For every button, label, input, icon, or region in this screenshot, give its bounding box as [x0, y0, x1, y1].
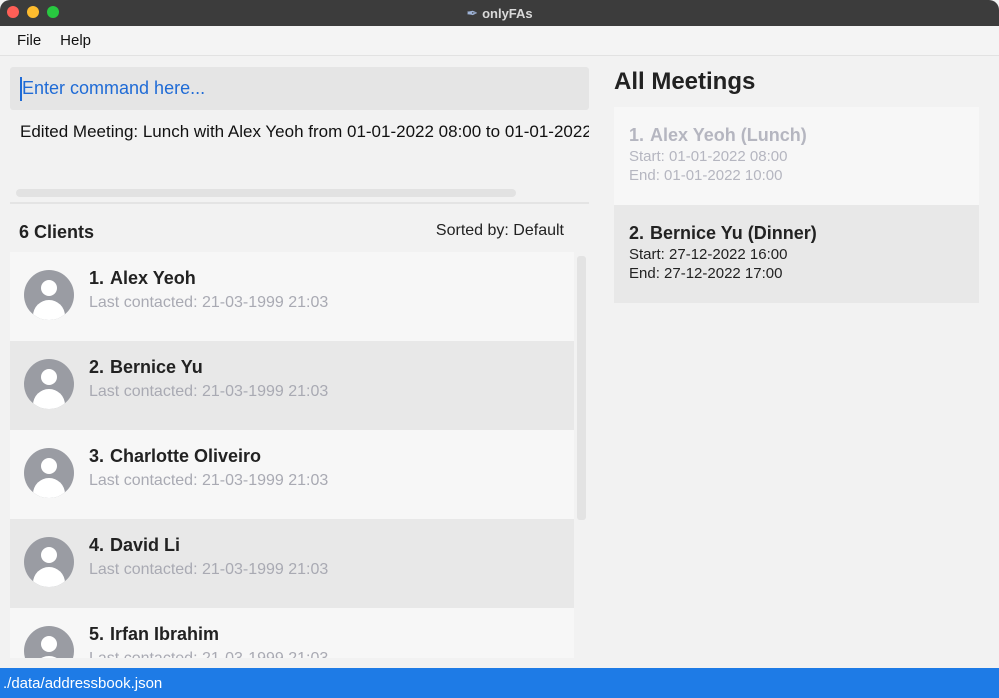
client-last-contacted: Last contacted: 21-03-1999 21:03 — [89, 383, 329, 400]
avatar-icon — [24, 537, 74, 587]
client-card[interactable]: 2. Bernice Yu Last contacted: 21-03-1999 … — [10, 341, 574, 430]
minimize-window-button[interactable] — [27, 6, 39, 18]
app-title: ✒ onlyFAs — [466, 5, 532, 22]
client-name: 5. Irfan Ibrahim — [89, 624, 220, 644]
status-bar: ./data/addressbook.json — [0, 668, 999, 698]
close-window-button[interactable] — [7, 6, 19, 18]
meeting-start: Start: 27-12-2022 16:00 — [629, 246, 788, 263]
meeting-name: 2. Bernice Yu (Dinner) — [629, 223, 817, 243]
window-controls — [7, 6, 59, 18]
save-file-path: ./data/addressbook.json — [3, 674, 163, 692]
feather-logo-icon: ✒ — [466, 4, 479, 21]
avatar-icon — [24, 448, 74, 498]
client-last-contacted: Last contacted: 21-03-1999 21:03 — [89, 294, 329, 311]
menu-bar: File Help — [0, 26, 999, 56]
client-name: 4. David Li — [89, 535, 181, 555]
client-name: 2. Bernice Yu — [89, 357, 203, 377]
client-card[interactable]: 1. Alex Yeoh Last contacted: 21-03-1999 2… — [10, 252, 574, 341]
client-card[interactable]: 3. Charlotte Oliveiro Last contacted: 21-… — [10, 430, 574, 519]
clients-count-heading: 6 Clients — [19, 222, 95, 242]
avatar-icon — [24, 626, 74, 658]
app-title-text: onlyFAs — [482, 5, 533, 21]
command-box — [10, 67, 589, 110]
menu-file[interactable]: File — [17, 32, 41, 49]
avatar-icon — [24, 359, 74, 409]
avatar-icon — [24, 270, 74, 320]
meeting-list: 1. Alex Yeoh (Lunch) Start: 01-01-2022 08… — [614, 107, 979, 303]
meeting-card[interactable]: 2. Bernice Yu (Dinner) Start: 27-12-2022 … — [614, 205, 979, 303]
client-card[interactable]: 4. David Li Last contacted: 21-03-1999 21… — [10, 519, 574, 608]
meetings-heading: All Meetings — [614, 68, 756, 95]
client-list-scrollbar[interactable] — [577, 256, 586, 520]
meeting-start: Start: 01-01-2022 08:00 — [629, 148, 788, 165]
maximize-window-button[interactable] — [47, 6, 59, 18]
client-last-contacted: Last contacted: 21-03-1999 21:03 — [89, 561, 329, 578]
meeting-card[interactable]: 1. Alex Yeoh (Lunch) Start: 01-01-2022 08… — [614, 107, 979, 205]
meeting-end: End: 01-01-2022 10:00 — [629, 167, 783, 184]
client-last-contacted: Last contacted: 21-03-1999 21:03 — [89, 650, 328, 658]
result-horizontal-scrollbar[interactable] — [16, 189, 516, 197]
client-name: 3. Charlotte Oliveiro — [89, 446, 262, 466]
title-bar: ✒ onlyFAs — [0, 0, 999, 26]
result-text: Edited Meeting: Lunch with Alex Yeoh fro… — [20, 122, 589, 141]
menu-help[interactable]: Help — [60, 32, 91, 49]
result-display: Edited Meeting: Lunch with Alex Yeoh fro… — [10, 112, 589, 204]
sorted-by-label: Sorted by: Default — [435, 222, 564, 239]
command-input[interactable] — [20, 76, 580, 101]
client-list: 1. Alex Yeoh Last contacted: 21-03-1999 2… — [10, 252, 574, 658]
meeting-name: 1. Alex Yeoh (Lunch) — [629, 125, 807, 145]
meeting-end: End: 27-12-2022 17:00 — [629, 265, 783, 282]
client-card[interactable]: 5.Irfan Ibrahim Last contacted: 21-03-19… — [10, 608, 574, 658]
client-last-contacted: Last contacted: 21-03-1999 21:03 — [89, 472, 329, 489]
client-name: 1. Alex Yeoh — [89, 268, 196, 288]
